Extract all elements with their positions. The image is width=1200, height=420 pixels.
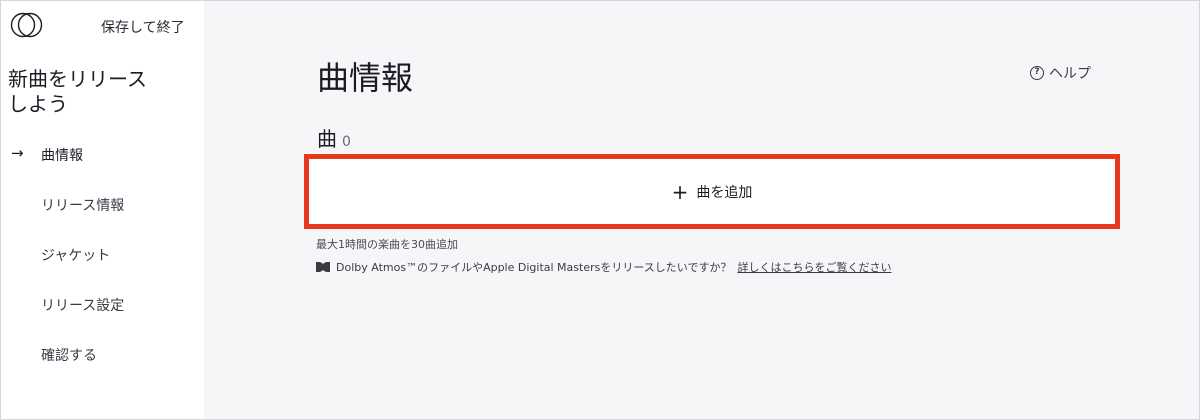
page-title: 曲情報 xyxy=(317,59,414,97)
songs-count: 0 xyxy=(342,134,351,150)
dolby-atmos-notice: Dolby Atmos™のファイルやApple Digital Mastersを… xyxy=(316,259,891,275)
sidebar-item-label: リリース情報 xyxy=(41,198,125,214)
sidebar-item-label: リリース設定 xyxy=(41,298,125,314)
plus-icon: + xyxy=(671,179,689,204)
sidebar-item-label: 曲情報 xyxy=(41,148,83,164)
add-song-label: 曲を追加 xyxy=(696,184,753,201)
sidebar-item-song-info[interactable]: → 曲情報 xyxy=(1,139,204,189)
sidebar-item-confirm[interactable]: 確認する xyxy=(1,339,204,389)
sidebar-item-artwork[interactable]: ジャケット xyxy=(1,239,204,289)
sidebar-item-release-info[interactable]: リリース情報 xyxy=(1,189,204,239)
dolby-learn-more-link[interactable]: 詳しくはこちらをご覧ください xyxy=(737,259,891,275)
dolby-text: Dolby Atmos™のファイルやApple Digital Mastersを… xyxy=(336,261,732,274)
song-limit-note: 最大1時間の楽曲を30曲追加 xyxy=(316,238,458,251)
songs-heading: 曲 0 xyxy=(317,123,351,152)
app-window: 保存して終了 新曲をリリースしよう → 曲情報 リリース情報 ジャケット リリー… xyxy=(0,0,1200,420)
dolby-icon xyxy=(316,262,330,272)
sidebar-nav: → 曲情報 リリース情報 ジャケット リリース設定 確認する xyxy=(1,139,204,389)
songs-heading-label: 曲 xyxy=(317,127,337,151)
main-content: 曲情報 ? ヘルプ 曲 0 + 曲を追加 最大1時間の楽曲を30曲追加 Dolb… xyxy=(204,1,1199,419)
sidebar: 保存して終了 新曲をリリースしよう → 曲情報 リリース情報 ジャケット リリー… xyxy=(1,1,204,419)
help-icon: ? xyxy=(1030,66,1044,80)
help-link[interactable]: ? ヘルプ xyxy=(1030,63,1091,83)
arrow-right-icon: → xyxy=(11,144,24,162)
logo-icon[interactable] xyxy=(9,11,45,39)
add-song-highlight: + 曲を追加 xyxy=(304,154,1120,229)
save-and-exit-link[interactable]: 保存して終了 xyxy=(101,17,185,37)
help-label: ヘルプ xyxy=(1049,66,1091,82)
sidebar-item-release-settings[interactable]: リリース設定 xyxy=(1,289,204,339)
sidebar-item-label: 確認する xyxy=(41,348,97,364)
sidebar-title: 新曲をリリースしよう xyxy=(8,67,147,116)
add-song-button[interactable]: + 曲を追加 xyxy=(312,162,1112,221)
sidebar-item-label: ジャケット xyxy=(41,248,111,264)
